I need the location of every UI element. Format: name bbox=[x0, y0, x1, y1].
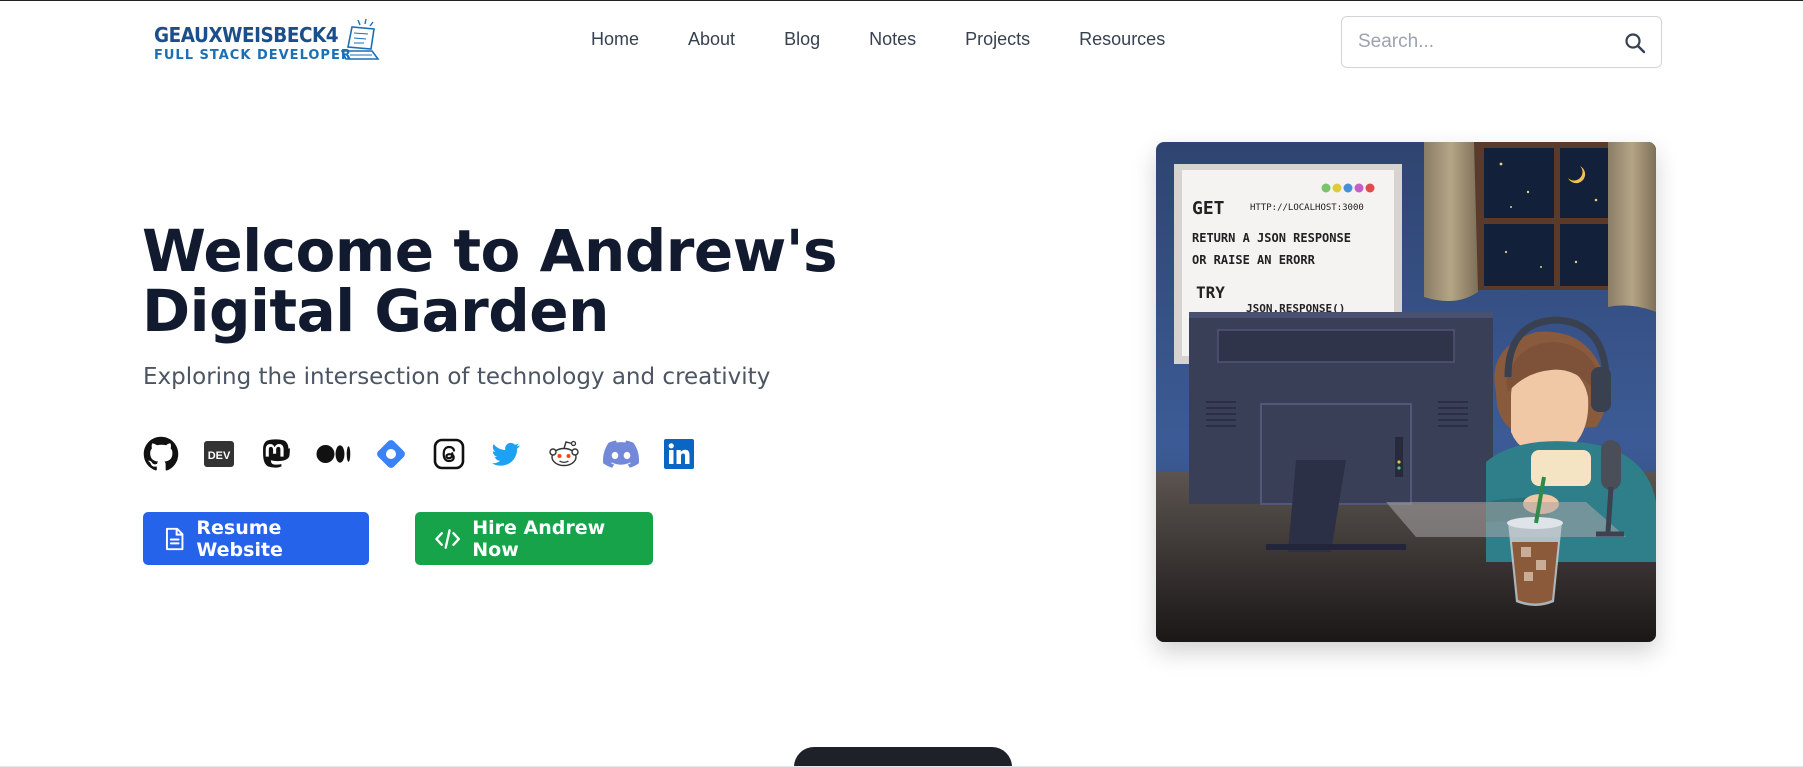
dev-link[interactable]: DEV bbox=[201, 436, 237, 472]
discord-link[interactable] bbox=[603, 436, 639, 472]
svg-text:DEV: DEV bbox=[207, 450, 230, 462]
github-icon bbox=[143, 436, 179, 471]
bluesky-link[interactable] bbox=[373, 436, 409, 472]
main-nav: Home About Blog Notes Projects Resources bbox=[591, 29, 1214, 50]
github-link[interactable] bbox=[143, 436, 179, 472]
social-links: DEV bbox=[143, 436, 718, 472]
linkedin-icon bbox=[663, 439, 694, 469]
medium-icon bbox=[316, 445, 350, 463]
nav-projects[interactable]: Projects bbox=[965, 29, 1030, 50]
reddit-icon bbox=[548, 440, 579, 467]
hire-andrew-button[interactable]: Hire Andrew Now bbox=[415, 512, 653, 565]
document-icon bbox=[165, 527, 184, 550]
twitter-link[interactable] bbox=[488, 436, 524, 472]
search-box bbox=[1341, 16, 1662, 68]
search-input[interactable] bbox=[1358, 29, 1608, 55]
logo-text: GEAUXWEISBECK4 FULL STACK DEVELOPER bbox=[154, 25, 354, 62]
nav-blog[interactable]: Blog bbox=[784, 29, 820, 50]
mastodon-icon bbox=[263, 439, 290, 468]
nav-about[interactable]: About bbox=[688, 29, 735, 50]
hero-subtitle: Exploring the intersection of technology… bbox=[143, 364, 771, 390]
board-url-text: HTTP://LOCALHOST:3000 bbox=[1250, 203, 1364, 213]
medium-link[interactable] bbox=[316, 436, 352, 472]
resume-website-button[interactable]: Resume Website bbox=[143, 512, 369, 565]
board-line2-text: OR RAISE AN ERORR bbox=[1192, 253, 1316, 267]
threads-icon bbox=[433, 438, 464, 470]
site-logo[interactable]: GEAUXWEISBECK4 FULL STACK DEVELOPER bbox=[154, 17, 384, 69]
hero-title: Welcome to Andrew's Digital Garden bbox=[142, 217, 838, 345]
board-line1-text: RETURN A JSON RESPONSE bbox=[1192, 231, 1351, 245]
threads-link[interactable] bbox=[431, 436, 467, 472]
nav-home[interactable]: Home bbox=[591, 29, 639, 50]
site-header: GEAUXWEISBECK4 FULL STACK DEVELOPER Home… bbox=[0, 1, 1803, 85]
bottom-floating-dock[interactable] bbox=[794, 747, 1012, 767]
laptop-doodle-icon bbox=[340, 18, 380, 60]
nav-resources[interactable]: Resources bbox=[1079, 29, 1165, 50]
linkedin-link[interactable] bbox=[661, 436, 697, 472]
bluesky-icon bbox=[377, 440, 405, 468]
developer-at-desk-illustration: GET HTTP://LOCALHOST:3000 RETURN A JSON … bbox=[1156, 142, 1656, 642]
hire-button-label: Hire Andrew Now bbox=[472, 516, 606, 561]
brand-tagline: FULL STACK DEVELOPER bbox=[154, 47, 352, 63]
board-try-text: TRY bbox=[1196, 283, 1225, 302]
resume-button-label: Resume Website bbox=[196, 516, 283, 561]
dev-icon: DEV bbox=[203, 441, 234, 467]
nav-notes[interactable]: Notes bbox=[869, 29, 916, 50]
twitter-icon bbox=[492, 442, 520, 466]
mastodon-link[interactable] bbox=[258, 436, 294, 472]
discord-icon bbox=[603, 440, 639, 468]
board-get-text: GET bbox=[1192, 198, 1225, 219]
search-icon[interactable] bbox=[1623, 31, 1647, 55]
hero-illustration: GET HTTP://LOCALHOST:3000 RETURN A JSON … bbox=[1156, 142, 1656, 642]
reddit-link[interactable] bbox=[546, 436, 582, 472]
brand-name: GEAUXWEISBECK4 bbox=[154, 22, 339, 47]
code-icon bbox=[435, 528, 460, 549]
